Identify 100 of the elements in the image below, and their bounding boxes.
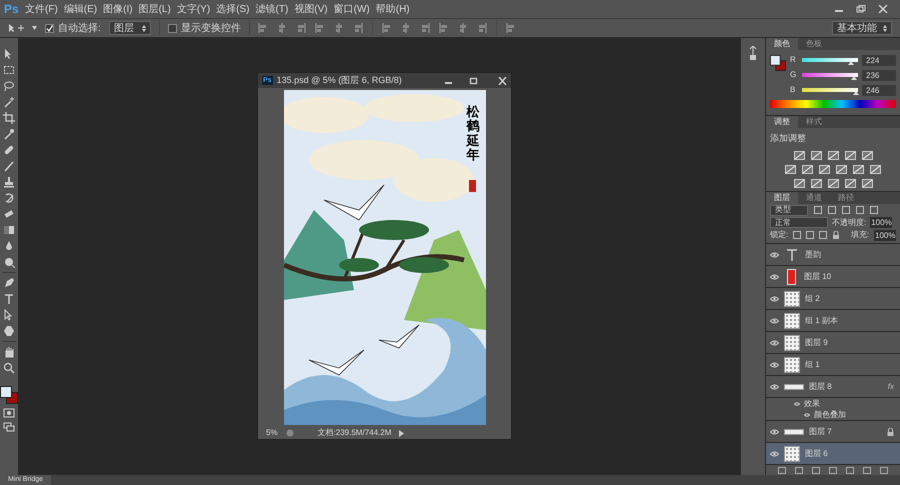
visibility-eye-icon[interactable] bbox=[770, 384, 779, 390]
menu-item[interactable]: 窗口(W) bbox=[330, 2, 373, 16]
history-icon[interactable] bbox=[748, 46, 758, 60]
panel-tab[interactable]: 颜色 bbox=[766, 38, 798, 50]
color-slider[interactable] bbox=[802, 58, 858, 62]
layer-row[interactable]: 组 1 bbox=[766, 354, 900, 376]
visibility-eye-icon[interactable] bbox=[804, 412, 810, 416]
eyedropper-icon[interactable] bbox=[3, 128, 15, 140]
zoom-tool-icon[interactable] bbox=[3, 362, 15, 374]
stamp-icon[interactable] bbox=[3, 176, 15, 188]
fill-field[interactable]: 100% bbox=[874, 230, 896, 240]
visibility-eye-icon[interactable] bbox=[794, 402, 800, 406]
align-icon[interactable] bbox=[314, 23, 325, 33]
adjustment-icon[interactable] bbox=[810, 150, 822, 160]
visibility-eye-icon[interactable] bbox=[770, 340, 779, 346]
panel-action-icon[interactable] bbox=[846, 466, 854, 474]
lock-icon[interactable] bbox=[832, 231, 840, 239]
align-icon[interactable] bbox=[420, 23, 430, 33]
pen-tool-icon[interactable] bbox=[3, 277, 15, 289]
layer-row[interactable]: 组 1 副本 bbox=[766, 310, 900, 332]
gradient-icon[interactable] bbox=[3, 224, 15, 236]
adjustment-icon[interactable] bbox=[844, 150, 856, 160]
align-icon[interactable] bbox=[334, 23, 344, 33]
close-icon[interactable] bbox=[498, 76, 507, 84]
color-slider[interactable] bbox=[802, 73, 858, 77]
workspace-dropdown[interactable]: 基本功能 bbox=[832, 21, 892, 35]
menu-item[interactable]: 滤镜(T) bbox=[252, 2, 292, 16]
adjustment-icon[interactable] bbox=[802, 164, 813, 174]
align-icon[interactable] bbox=[400, 23, 411, 33]
adjustment-icon[interactable] bbox=[862, 178, 872, 188]
history-brush-icon[interactable] bbox=[3, 192, 15, 204]
effect-item[interactable]: 颜色叠加 bbox=[814, 408, 846, 420]
visibility-eye-icon[interactable] bbox=[770, 450, 779, 456]
marquee-tool-icon[interactable] bbox=[3, 64, 15, 76]
adjustment-icon[interactable] bbox=[794, 178, 804, 188]
brush-icon[interactable] bbox=[3, 160, 15, 172]
crop-tool-icon[interactable] bbox=[3, 112, 15, 124]
opacity-field[interactable]: 100% bbox=[870, 217, 892, 228]
panel-action-icon[interactable] bbox=[880, 466, 888, 474]
slider-thumb[interactable] bbox=[848, 61, 854, 65]
color-swatches-icon[interactable] bbox=[0, 386, 18, 404]
align-icon[interactable] bbox=[276, 23, 287, 33]
panel-tab[interactable]: 路径 bbox=[830, 192, 862, 204]
panel-tab[interactable]: 调整 bbox=[766, 116, 798, 128]
menu-item[interactable]: 图像(I) bbox=[100, 2, 136, 16]
layer-row[interactable]: 组 2 bbox=[766, 288, 900, 310]
color-spectrum[interactable] bbox=[770, 100, 896, 108]
hand-tool-icon[interactable] bbox=[3, 346, 15, 358]
target-dropdown[interactable]: 图层 bbox=[108, 21, 151, 35]
menu-item[interactable]: 视图(V) bbox=[291, 2, 331, 16]
channel-value-field[interactable]: 224 bbox=[862, 54, 896, 66]
blur-drop-icon[interactable] bbox=[3, 240, 15, 252]
adjustment-icon[interactable] bbox=[844, 178, 856, 188]
menu-item[interactable]: 文件(F) bbox=[22, 2, 61, 16]
adjustment-icon[interactable] bbox=[862, 150, 872, 160]
blend-mode-dropdown[interactable]: 正常 bbox=[770, 217, 828, 228]
adjustment-icon[interactable] bbox=[828, 150, 838, 160]
panel-tab[interactable]: 通道 bbox=[798, 192, 830, 204]
visibility-eye-icon[interactable] bbox=[770, 318, 779, 324]
visibility-eye-icon[interactable] bbox=[770, 428, 779, 434]
adjustment-icon[interactable] bbox=[810, 178, 822, 188]
align-icon[interactable] bbox=[352, 23, 363, 33]
channel-value-field[interactable]: 236 bbox=[862, 70, 896, 80]
adjustment-icon[interactable] bbox=[828, 178, 838, 188]
panel-action-icon[interactable] bbox=[812, 466, 820, 474]
channel-value-field[interactable]: 246 bbox=[862, 84, 896, 96]
menu-item[interactable]: 图层(L) bbox=[136, 2, 174, 16]
adjustment-icon[interactable] bbox=[836, 164, 847, 174]
layer-row[interactable]: 图层 10 bbox=[766, 266, 900, 288]
adjustment-icon[interactable] bbox=[794, 150, 804, 160]
show-transform-checkbox[interactable] bbox=[168, 24, 177, 32]
layer-row[interactable]: 图层 9 bbox=[766, 332, 900, 354]
magic-wand-icon[interactable] bbox=[3, 96, 15, 108]
menu-item[interactable]: 选择(S) bbox=[213, 2, 252, 16]
align-icon[interactable] bbox=[476, 23, 487, 33]
align-icon[interactable] bbox=[438, 23, 449, 33]
restore-icon[interactable] bbox=[856, 5, 866, 13]
visibility-eye-icon[interactable] bbox=[770, 362, 779, 368]
visibility-eye-icon[interactable] bbox=[770, 274, 779, 280]
text-tool-icon[interactable] bbox=[3, 293, 15, 305]
panel-action-icon[interactable] bbox=[829, 466, 837, 474]
panel-action-icon[interactable] bbox=[778, 466, 786, 474]
path-selection-icon[interactable] bbox=[3, 309, 15, 321]
maximize-icon[interactable] bbox=[469, 76, 478, 84]
align-icon[interactable] bbox=[458, 23, 468, 33]
panel-action-icon[interactable] bbox=[863, 466, 871, 474]
align-icon[interactable] bbox=[506, 23, 516, 33]
color-slider[interactable] bbox=[802, 88, 858, 92]
align-icon[interactable] bbox=[382, 23, 392, 33]
panel-tab[interactable]: 图层 bbox=[766, 192, 798, 204]
quick-mask-icon[interactable] bbox=[3, 408, 15, 418]
slider-thumb[interactable] bbox=[850, 76, 857, 80]
filter-dropdown[interactable]: 类型 bbox=[770, 204, 808, 216]
lasso-tool-icon[interactable] bbox=[3, 80, 15, 92]
menu-item[interactable]: 帮助(H) bbox=[372, 2, 413, 16]
move-tool-icon[interactable] bbox=[8, 23, 24, 33]
shape-tool-icon[interactable] bbox=[3, 325, 15, 337]
panel-tab[interactable]: 样式 bbox=[798, 116, 830, 128]
visibility-eye-icon[interactable] bbox=[770, 296, 779, 302]
screen-mode-icon[interactable] bbox=[3, 422, 15, 432]
